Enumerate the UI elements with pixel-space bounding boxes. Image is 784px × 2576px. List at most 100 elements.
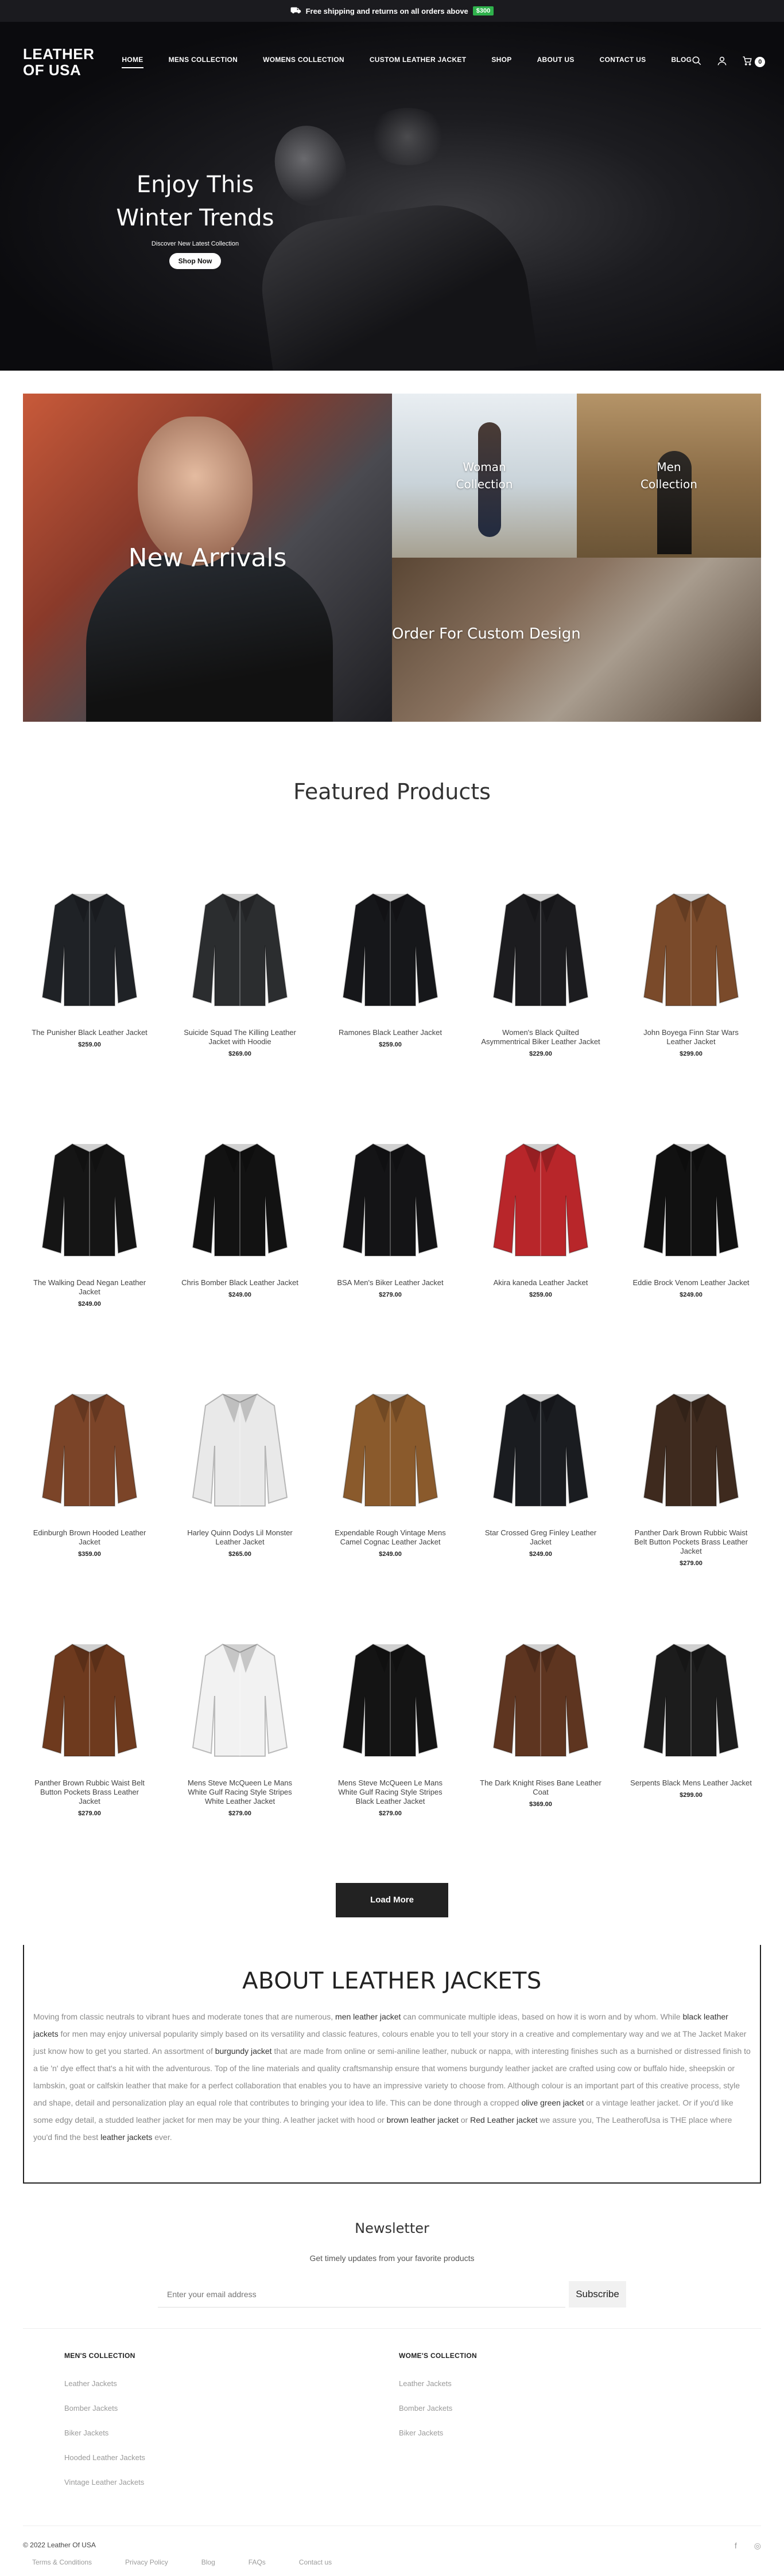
about-link-men-leather-jacket[interactable]: men leather jacket: [335, 2012, 401, 2021]
product-image[interactable]: [23, 1379, 156, 1512]
about-link-burgundy-jacket[interactable]: burgundy jacket: [215, 2046, 272, 2056]
nav-blog[interactable]: BLOG: [671, 56, 692, 68]
product-card[interactable]: The Punisher Black Leather Jacket $259.00: [23, 879, 156, 1129]
nav-womens-collection[interactable]: WOMENS COLLECTION: [263, 56, 344, 68]
product-image[interactable]: [324, 1629, 457, 1762]
product-name[interactable]: Serpents Black Mens Leather Jacket: [624, 1779, 758, 1788]
product-card[interactable]: Expendable Rough Vintage Mens Camel Cogn…: [324, 1379, 457, 1629]
footer-faqs-link[interactable]: FAQs: [249, 2558, 266, 2566]
footer-men-link[interactable]: Bomber Jackets: [64, 2404, 399, 2412]
site-logo[interactable]: LEATHER OF USA: [23, 46, 94, 78]
product-image[interactable]: [324, 1129, 457, 1262]
nav-home[interactable]: HOME: [122, 56, 143, 68]
product-card[interactable]: Harley Quinn Dodys Lil Monster Leather J…: [173, 1379, 306, 1629]
about-link-olive-green-jacket[interactable]: olive green jacket: [521, 2098, 584, 2107]
product-image[interactable]: [474, 1629, 607, 1762]
product-card[interactable]: Mens Steve McQueen Le Mans White Gulf Ra…: [324, 1629, 457, 1880]
product-image[interactable]: [624, 1629, 758, 1762]
product-card[interactable]: Serpents Black Mens Leather Jacket $299.0…: [624, 1629, 758, 1880]
footer-men-link[interactable]: Hooded Leather Jackets: [64, 2453, 399, 2462]
product-card[interactable]: Women's Black Quilted Asymmentrical Bike…: [474, 879, 607, 1129]
product-card[interactable]: Ramones Black Leather Jacket $259.00: [324, 879, 457, 1129]
product-image[interactable]: [624, 1129, 758, 1262]
category-new-arrivals[interactable]: New Arrivals: [23, 394, 392, 722]
instagram-icon[interactable]: ◎: [754, 2541, 761, 2551]
product-name[interactable]: The Punisher Black Leather Jacket: [23, 1028, 156, 1037]
footer-women-link[interactable]: Leather Jackets: [399, 2379, 733, 2388]
product-image[interactable]: [474, 1129, 607, 1262]
product-card[interactable]: Mens Steve McQueen Le Mans White Gulf Ra…: [173, 1629, 306, 1880]
subscribe-button[interactable]: Subscribe: [569, 2281, 626, 2307]
product-name[interactable]: Harley Quinn Dodys Lil Monster Leather J…: [173, 1528, 306, 1547]
product-card[interactable]: Eddie Brock Venom Leather Jacket $249.00: [624, 1129, 758, 1379]
product-name[interactable]: Mens Steve McQueen Le Mans White Gulf Ra…: [324, 1779, 457, 1806]
product-name[interactable]: Akira kaneda Leather Jacket: [474, 1278, 607, 1287]
about-link-leather-jackets[interactable]: leather jackets: [100, 2133, 152, 2142]
footer-women-link[interactable]: Bomber Jackets: [399, 2404, 733, 2412]
product-name[interactable]: Mens Steve McQueen Le Mans White Gulf Ra…: [173, 1779, 306, 1806]
product-name[interactable]: Ramones Black Leather Jacket: [324, 1028, 457, 1037]
footer-blog-link[interactable]: Blog: [201, 2558, 215, 2566]
facebook-icon[interactable]: f: [735, 2541, 737, 2551]
load-more-button[interactable]: Load More: [336, 1883, 448, 1917]
product-name[interactable]: Suicide Squad The Killing Leather Jacket…: [173, 1028, 306, 1046]
product-card[interactable]: Chris Bomber Black Leather Jacket $249.00: [173, 1129, 306, 1379]
footer-men-link[interactable]: Vintage Leather Jackets: [64, 2478, 399, 2486]
product-image[interactable]: [173, 1129, 306, 1262]
footer-women-link[interactable]: Biker Jackets: [399, 2429, 733, 2437]
product-image[interactable]: [474, 1379, 607, 1512]
nav-contact-us[interactable]: CONTACT US: [600, 56, 646, 68]
footer-privacy-link[interactable]: Privacy Policy: [125, 2558, 168, 2566]
nav-mens-collection[interactable]: MENS COLLECTION: [169, 56, 238, 68]
footer-contact-link[interactable]: Contact us: [299, 2558, 332, 2566]
category-women[interactable]: Woman Collection: [392, 394, 577, 558]
search-icon[interactable]: [692, 56, 702, 69]
footer-men-link[interactable]: Biker Jackets: [64, 2429, 399, 2437]
product-name[interactable]: The Dark Knight Rises Bane Leather Coat: [474, 1779, 607, 1797]
product-name[interactable]: Chris Bomber Black Leather Jacket: [173, 1278, 306, 1287]
product-card[interactable]: The Walking Dead Negan Leather Jacket $24…: [23, 1129, 156, 1379]
product-name[interactable]: Expendable Rough Vintage Mens Camel Cogn…: [324, 1528, 457, 1547]
user-icon[interactable]: [717, 56, 727, 69]
product-card[interactable]: Edinburgh Brown Hooded Leather Jacket $35…: [23, 1379, 156, 1629]
product-card[interactable]: The Dark Knight Rises Bane Leather Coat $…: [474, 1629, 607, 1880]
product-name[interactable]: Star Crossed Greg Finley Leather Jacket: [474, 1528, 607, 1547]
product-card[interactable]: BSA Men's Biker Leather Jacket $279.00: [324, 1129, 457, 1379]
category-custom-design[interactable]: Order For Custom Design: [392, 558, 761, 722]
cart-button[interactable]: 0: [742, 56, 766, 69]
product-name[interactable]: John Boyega Finn Star Wars Leather Jacke…: [624, 1028, 758, 1046]
product-image[interactable]: [324, 879, 457, 1012]
product-name[interactable]: Edinburgh Brown Hooded Leather Jacket: [23, 1528, 156, 1547]
product-image[interactable]: [23, 879, 156, 1012]
product-image[interactable]: [324, 1379, 457, 1512]
about-link-brown-leather-jacket[interactable]: brown leather jacket: [387, 2115, 459, 2124]
about-link-red-leather-jacket[interactable]: Red Leather jacket: [470, 2115, 538, 2124]
newsletter-email-input[interactable]: [158, 2281, 565, 2307]
product-name[interactable]: BSA Men's Biker Leather Jacket: [324, 1278, 457, 1287]
nav-custom-leather-jacket[interactable]: CUSTOM LEATHER JACKET: [370, 56, 467, 68]
product-card[interactable]: Panther Brown Rubbic Waist Belt Button P…: [23, 1629, 156, 1880]
product-image[interactable]: [173, 879, 306, 1012]
product-image[interactable]: [173, 1379, 306, 1512]
product-name[interactable]: Women's Black Quilted Asymmentrical Bike…: [474, 1028, 607, 1046]
product-name[interactable]: Eddie Brock Venom Leather Jacket: [624, 1278, 758, 1287]
nav-about-us[interactable]: ABOUT US: [537, 56, 575, 68]
product-name[interactable]: Panther Brown Rubbic Waist Belt Button P…: [23, 1779, 156, 1806]
product-card[interactable]: Star Crossed Greg Finley Leather Jacket $…: [474, 1379, 607, 1629]
product-image[interactable]: [624, 879, 758, 1012]
product-image[interactable]: [23, 1129, 156, 1262]
nav-shop[interactable]: SHOP: [491, 56, 511, 68]
product-card[interactable]: Akira kaneda Leather Jacket $259.00: [474, 1129, 607, 1379]
product-card[interactable]: Panther Dark Brown Rubbic Waist Belt But…: [624, 1379, 758, 1629]
product-card[interactable]: Suicide Squad The Killing Leather Jacket…: [173, 879, 306, 1129]
product-name[interactable]: The Walking Dead Negan Leather Jacket: [23, 1278, 156, 1297]
product-image[interactable]: [474, 879, 607, 1012]
product-image[interactable]: [624, 1379, 758, 1512]
product-image[interactable]: [23, 1629, 156, 1762]
footer-men-link[interactable]: Leather Jackets: [64, 2379, 399, 2388]
product-card[interactable]: John Boyega Finn Star Wars Leather Jacke…: [624, 879, 758, 1129]
shop-now-button[interactable]: Shop Now: [169, 253, 222, 269]
category-men[interactable]: Men Collection: [577, 394, 761, 558]
product-image[interactable]: [173, 1629, 306, 1762]
product-name[interactable]: Panther Dark Brown Rubbic Waist Belt But…: [624, 1528, 758, 1556]
